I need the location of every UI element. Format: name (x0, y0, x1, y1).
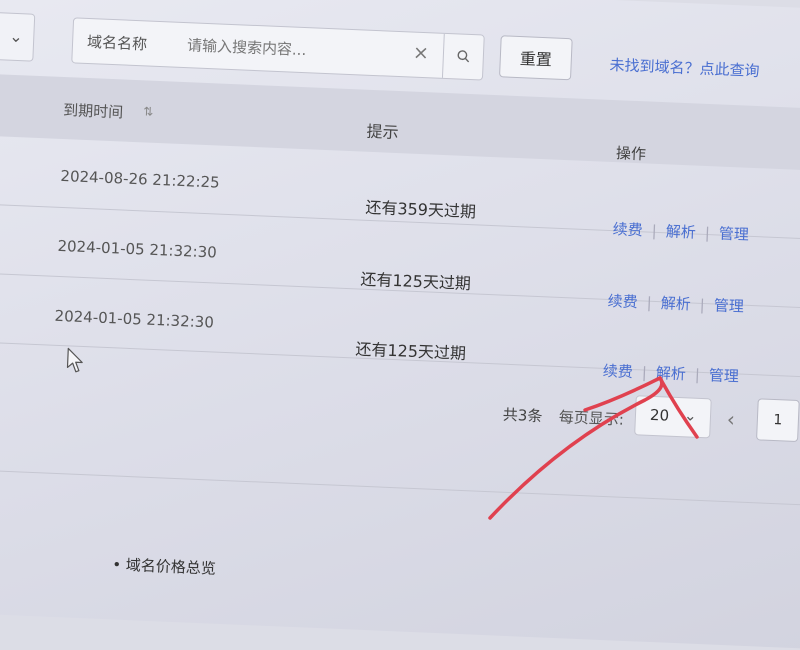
annotation-arrow (488, 376, 699, 520)
